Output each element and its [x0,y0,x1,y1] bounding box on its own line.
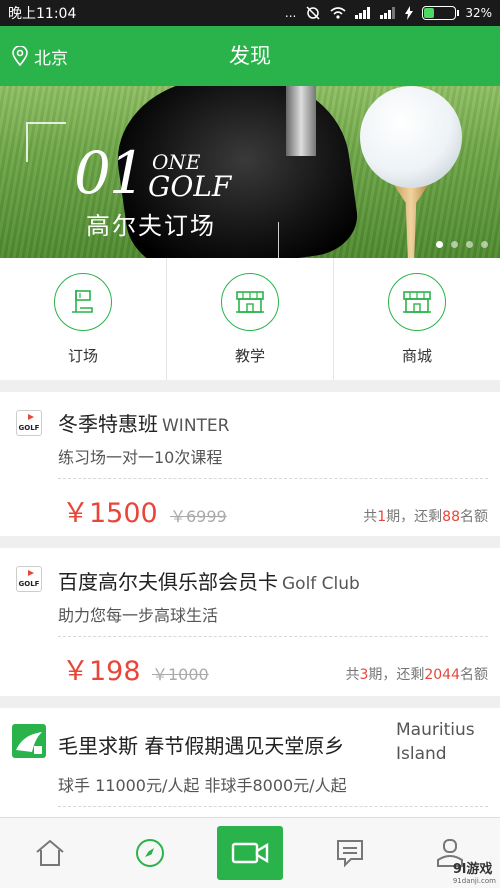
product-card-golf-club[interactable]: GOLF 百度高尔夫俱乐部会员卡 Golf Club 助力您每一步高球生活 ￥19… [0,548,500,696]
home-icon [36,839,64,866]
card-title-en: Golf Club [282,574,360,594]
status-time: 晚上11:04 [8,6,77,22]
shop-icon [221,272,279,331]
message-icon [337,840,363,868]
site-watermark: 9l游戏 91danji.com [453,858,496,885]
charging-icon [405,6,414,20]
club-shaft-image [286,86,316,156]
island-logo-icon [12,724,46,758]
golf-logo-icon: GOLF [16,566,42,592]
banner-caption: 高尔夫订场 [86,212,216,240]
card-original-price: ￥1000 [152,665,209,684]
banner-line-decoration [278,222,279,258]
battery-percent: 32% [465,6,492,20]
category-teaching[interactable]: 教学 [167,258,334,380]
card-subtitle: 助力您每一步高球生活 [58,606,219,625]
card-stock-info: 共1期，还剩88名额 [363,506,488,526]
card-subtitle: 球手 11000元/人起 非球手8000元/人起 [58,776,347,795]
product-card-mauritius[interactable]: 毛里求斯 春节假期遇见天堂原乡 Mauritius Island 球手 1100… [0,708,500,817]
watermark-url: 91danji.com [452,877,496,885]
status-bar: 晚上11:04 ... 32% [0,0,500,26]
stock-remaining: 2044 [424,667,460,683]
banner-golf-text: GOLF [148,170,232,203]
card-price: ￥198 [62,656,141,687]
carousel-dot[interactable] [481,241,488,248]
card-title: 百度高尔夫俱乐部会员卡 Golf Club [58,566,360,595]
category-label: 商城 [401,346,432,365]
banner-number: 01 [74,139,146,207]
promo-banner[interactable]: 01 ONE GOLF 高尔夫订场 [0,86,500,258]
bottom-nav: 9l游戏 91danji.com [0,817,500,888]
battery-icon [422,6,460,20]
flag-icon [54,272,112,331]
card-title-en: Mauritius Island [396,718,475,766]
category-mall[interactable]: 商城 [334,258,500,380]
nav-messages[interactable] [300,818,400,888]
category-label: 订场 [67,346,98,365]
golf-logo-icon: GOLF [16,410,42,436]
card-title-cn: 毛里求斯 春节假期遇见天堂原乡 [58,734,345,758]
card-title-en-line2: Island [396,744,447,764]
card-title-en: WINTER [162,416,230,436]
watermark-text: 9l游戏 [452,862,493,877]
card-divider [58,806,488,807]
store-icon [388,272,446,331]
alarm-off-icon [306,6,320,20]
card-price: ￥1500 [62,498,158,529]
card-title-cn: 冬季特惠班 [58,412,158,436]
page-title: 发现 [229,44,271,68]
nav-discover[interactable] [100,818,200,888]
carousel-dot[interactable] [436,241,443,248]
golf-ball-image [360,86,462,188]
stock-periods: 1 [377,509,387,525]
card-subtitle: 练习场一对一10次课程 [58,448,223,467]
carousel-dot[interactable] [451,241,458,248]
app-header: 北京 发现 [0,26,500,86]
stock-prefix: 共 [345,667,360,683]
stock-remaining: 88 [442,509,460,525]
video-camera-icon [231,842,269,864]
card-title-en-line1: Mauritius [396,720,475,740]
card-divider [58,478,488,479]
category-label: 教学 [234,346,265,365]
wifi-icon [330,7,346,19]
card-stock-info: 共3期，还剩2044名额 [345,664,488,684]
category-bar: 订场 教学 商城 [0,258,500,380]
card-original-price: ￥6999 [170,507,227,526]
nav-video[interactable] [200,818,300,888]
card-divider [58,636,488,637]
stock-suffix: 名额 [460,509,488,525]
stock-prefix: 共 [363,509,378,525]
nav-home[interactable] [0,818,100,888]
stock-mid: 期，还剩 [368,667,425,683]
carousel-indicator[interactable] [436,241,488,248]
banner-corner-decoration [26,122,66,162]
stock-mid: 期，还剩 [386,509,443,525]
category-booking[interactable]: 订场 [0,258,167,380]
card-title: 冬季特惠班 WINTER [58,408,229,437]
product-card-winter[interactable]: GOLF 冬季特惠班 WINTER 练习场一对一10次课程 ￥1500 ￥6999… [0,392,500,536]
card-title-cn: 百度高尔夫俱乐部会员卡 [58,570,278,594]
stock-suffix: 名额 [460,667,488,683]
signal-icon [355,7,371,19]
signal-2-icon [380,7,396,19]
more-dots-icon: ... [284,6,297,20]
compass-icon [136,839,164,867]
carousel-dot[interactable] [466,241,473,248]
